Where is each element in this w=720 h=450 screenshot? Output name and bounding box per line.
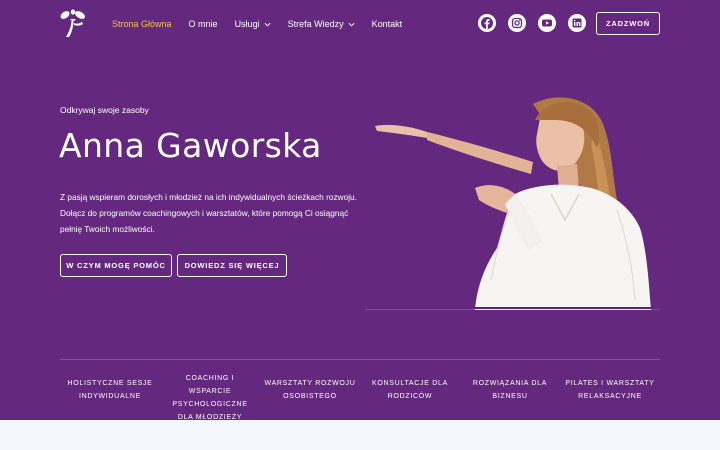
figure-logo-icon[interactable] xyxy=(58,8,88,40)
divider xyxy=(60,359,660,360)
service-item-workshops[interactable]: Warsztaty rozwoju osobistego xyxy=(260,372,360,424)
learn-more-button[interactable]: DOWIEDZ SIĘ WIĘCEJ xyxy=(177,254,287,277)
facebook-icon[interactable] xyxy=(478,14,496,32)
how-can-i-help-button[interactable]: W CZYM MOGĘ POMÓC xyxy=(60,254,172,277)
nav-label: O mnie xyxy=(188,19,218,29)
service-item-pilates[interactable]: Pilates i warsztaty relaksacyjne xyxy=(560,372,660,424)
divider xyxy=(365,309,660,310)
call-button[interactable]: ZADZWOŃ xyxy=(596,12,660,35)
description-line: pełnię Twoich możliwości. xyxy=(60,224,155,234)
youtube-icon[interactable] xyxy=(538,14,556,32)
hero-description: Z pasją wspieram dorosłych i młodzież na… xyxy=(60,189,360,237)
nav-item-about[interactable]: O mnie xyxy=(189,19,218,29)
chevron-down-icon xyxy=(348,22,355,26)
nav-label: Strefa Wiedzy xyxy=(287,19,344,29)
instagram-icon[interactable] xyxy=(508,14,526,32)
services-list: Holistyczne sesje indywidualne Coaching … xyxy=(60,372,660,424)
linkedin-icon[interactable] xyxy=(568,14,586,32)
nav-item-home[interactable]: Strona Główna xyxy=(112,19,172,29)
nav-label: Strona Główna xyxy=(112,19,172,29)
nav-item-contact[interactable]: Kontakt xyxy=(372,19,403,29)
description-line: Dołącz do programów coachingowych i wars… xyxy=(60,208,349,218)
service-item-business[interactable]: Rozwiązania dla biznesu xyxy=(460,372,560,424)
nav-item-knowledge[interactable]: Strefa Wiedzy xyxy=(288,19,355,29)
service-item-holistic[interactable]: Holistyczne sesje indywidualne xyxy=(60,372,160,424)
portrait-photo xyxy=(375,97,651,310)
next-section xyxy=(0,420,720,450)
nav-label: Kontakt xyxy=(371,19,403,29)
chevron-down-icon xyxy=(264,22,271,26)
main-nav: Strona Główna O mnie Usługi Strefa Wiedz… xyxy=(112,17,419,31)
hero-eyebrow: Odkrywaj swoje zasoby xyxy=(60,105,149,115)
nav-item-services[interactable]: Usługi xyxy=(235,19,271,29)
nav-label: Usługi xyxy=(234,19,260,29)
description-line: Z pasją wspieram dorosłych i młodzież na… xyxy=(60,192,357,202)
service-item-youth-coaching[interactable]: Coaching i wsparcie psychologiczne dla m… xyxy=(160,372,260,424)
page-title: Anna Gaworska xyxy=(59,126,322,165)
service-item-parents[interactable]: Konsultacje dla rodziców xyxy=(360,372,460,424)
